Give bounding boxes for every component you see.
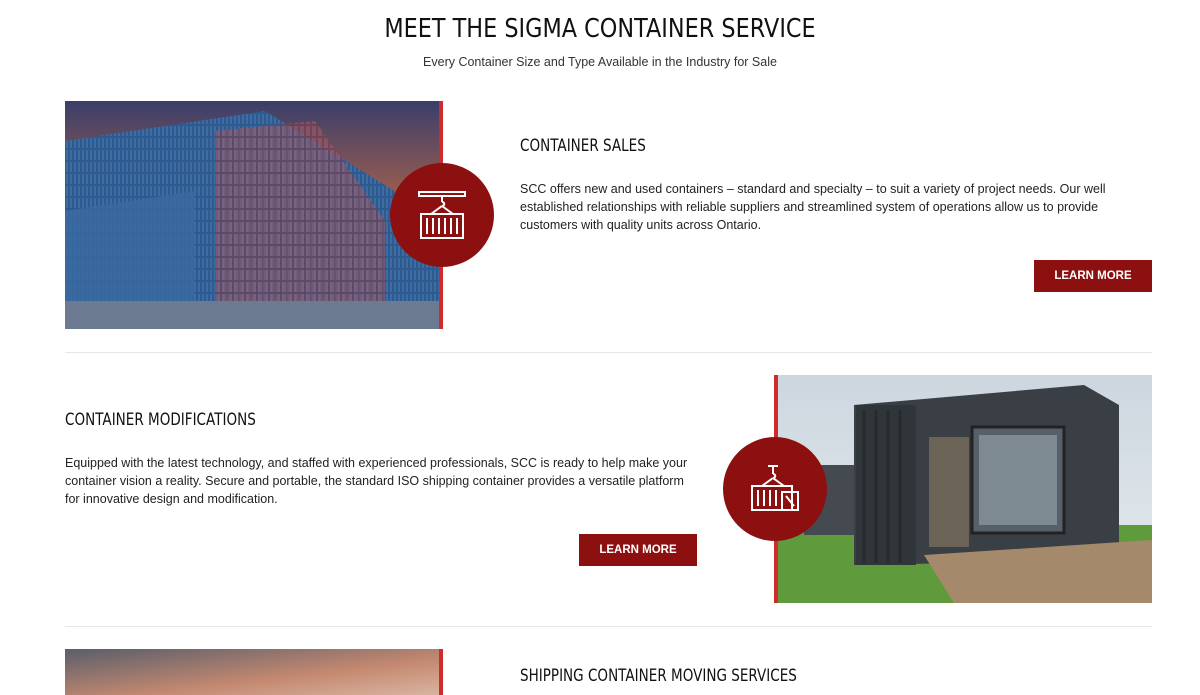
photo-accent-bar: [439, 649, 443, 695]
section-title: MEET THE SIGMA CONTAINER SERVICE: [384, 14, 816, 44]
modified-container-image: [774, 375, 1152, 603]
moving-services-photo: [65, 649, 443, 695]
modifications-badge: [723, 437, 827, 541]
learn-more-sales-button[interactable]: LEARN MORE: [1034, 260, 1152, 292]
sales-badge: [390, 163, 494, 267]
divider: [65, 626, 1152, 627]
container-modification-icon: [751, 465, 799, 511]
container-crane-icon: [418, 191, 466, 239]
modified-container-photo: [774, 375, 1152, 603]
container-stacks-image: [65, 101, 443, 329]
service-description-sales: SCC offers new and used containers – sta…: [520, 182, 1106, 232]
learn-more-modifications-button[interactable]: LEARN MORE: [579, 534, 697, 566]
section-header: MEET THE SIGMA CONTAINER SERVICE Every C…: [0, 12, 1200, 69]
container-stacks-photo: [65, 101, 443, 329]
section-subtitle: Every Container Size and Type Available …: [423, 55, 777, 69]
moving-services-image: [65, 649, 443, 695]
service-description-modifications: Equipped with the latest technology, and…: [65, 456, 688, 506]
divider: [65, 352, 1152, 353]
service-title-modifications: CONTAINER MODIFICATIONS: [65, 410, 256, 429]
service-title-moving: SHIPPING CONTAINER MOVING SERVICES: [520, 666, 797, 685]
service-title-sales: CONTAINER SALES: [520, 136, 646, 155]
